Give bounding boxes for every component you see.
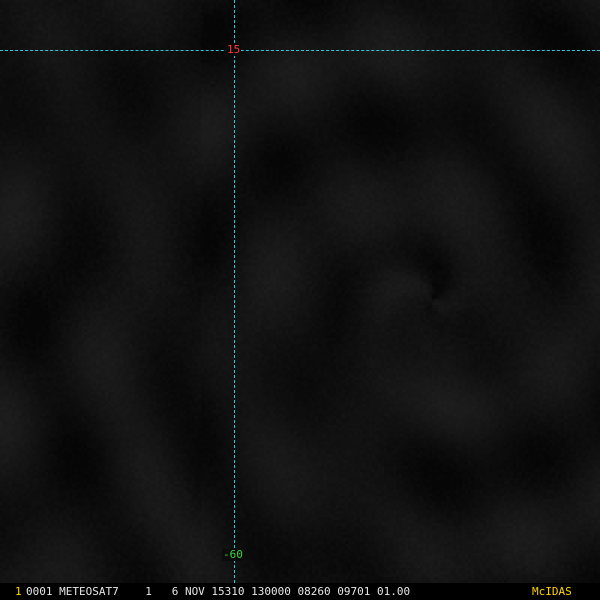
satellite-image-viewer: 15 -60 1 0001 METEOSAT7 1 6 NOV 15310 13… xyxy=(0,0,600,600)
frame-number: 1 xyxy=(15,585,22,598)
latitude-label: 15 xyxy=(226,43,242,56)
longitude-label: -60 xyxy=(222,548,244,561)
satellite-imagery[interactable] xyxy=(0,0,600,583)
status-bar: 1 0001 METEOSAT7 1 6 NOV 15310 130000 08… xyxy=(0,583,600,600)
mcidas-brand: McIDAS xyxy=(532,585,572,598)
image-metadata: 0001 METEOSAT7 1 6 NOV 15310 130000 0826… xyxy=(26,585,411,598)
